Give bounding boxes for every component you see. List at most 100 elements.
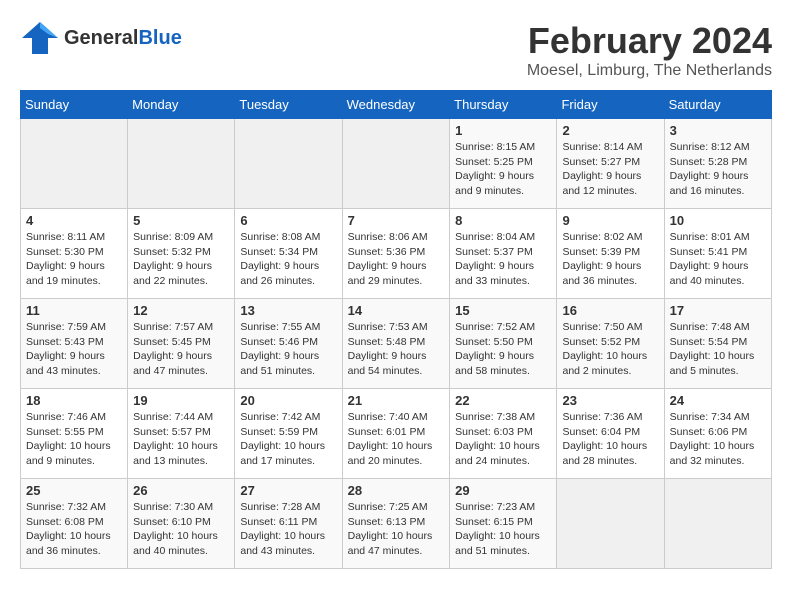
day-info: Sunrise: 7:46 AM Sunset: 5:55 PM Dayligh… <box>26 410 122 469</box>
day-info: Sunrise: 8:01 AM Sunset: 5:41 PM Dayligh… <box>670 230 766 289</box>
calendar-week-row: 11Sunrise: 7:59 AM Sunset: 5:43 PM Dayli… <box>21 299 772 389</box>
calendar-cell: 20Sunrise: 7:42 AM Sunset: 5:59 PM Dayli… <box>235 389 342 479</box>
calendar-cell: 18Sunrise: 7:46 AM Sunset: 5:55 PM Dayli… <box>21 389 128 479</box>
day-number: 11 <box>26 303 122 318</box>
calendar-cell: 7Sunrise: 8:06 AM Sunset: 5:36 PM Daylig… <box>342 209 450 299</box>
calendar-cell <box>128 119 235 209</box>
day-info: Sunrise: 7:28 AM Sunset: 6:11 PM Dayligh… <box>240 500 336 559</box>
day-info: Sunrise: 8:12 AM Sunset: 5:28 PM Dayligh… <box>670 140 766 199</box>
day-info: Sunrise: 8:08 AM Sunset: 5:34 PM Dayligh… <box>240 230 336 289</box>
day-info: Sunrise: 7:48 AM Sunset: 5:54 PM Dayligh… <box>670 320 766 379</box>
calendar-week-row: 4 Sunrise: 8:11 AM Sunset: 5:30 PM Daylig… <box>21 209 772 299</box>
day-info: Sunrise: 7:53 AM Sunset: 5:48 PM Dayligh… <box>348 320 445 379</box>
calendar-cell: 23 Sunrise: 7:36 AM Sunset: 6:04 PM Dayli… <box>557 389 664 479</box>
day-info: Sunrise: 7:30 AM Sunset: 6:10 PM Dayligh… <box>133 500 229 559</box>
calendar-cell: 24 Sunrise: 7:34 AM Sunset: 6:06 PM Dayli… <box>664 389 771 479</box>
day-number: 28 <box>348 483 445 498</box>
day-info: Sunrise: 7:32 AM Sunset: 6:08 PM Dayligh… <box>26 500 122 559</box>
day-number: 1 <box>455 123 551 138</box>
day-number: 29 <box>455 483 551 498</box>
calendar-cell: 28 Sunrise: 7:25 AM Sunset: 6:13 PM Dayli… <box>342 479 450 569</box>
day-number: 24 <box>670 393 766 408</box>
day-info: Sunrise: 7:44 AM Sunset: 5:57 PM Dayligh… <box>133 410 229 469</box>
day-info: Sunrise: 7:34 AM Sunset: 6:06 PM Dayligh… <box>670 410 766 469</box>
day-info: Sunrise: 8:11 AM Sunset: 5:30 PM Dayligh… <box>26 230 122 289</box>
calendar-cell: 19 Sunrise: 7:44 AM Sunset: 5:57 PM Dayli… <box>128 389 235 479</box>
title-block: February 2024 Moesel, Limburg, The Nethe… <box>527 20 772 80</box>
day-info: Sunrise: 7:23 AM Sunset: 6:15 PM Dayligh… <box>455 500 551 559</box>
day-info: Sunrise: 7:55 AM Sunset: 5:46 PM Dayligh… <box>240 320 336 379</box>
calendar-cell: 1 Sunrise: 8:15 AM Sunset: 5:25 PM Daylig… <box>450 119 557 209</box>
calendar-cell: 3 Sunrise: 8:12 AM Sunset: 5:28 PM Daylig… <box>664 119 771 209</box>
day-number: 23 <box>562 393 658 408</box>
day-number: 13 <box>240 303 336 318</box>
day-number: 12 <box>133 303 229 318</box>
day-number: 14 <box>348 303 445 318</box>
day-info: Sunrise: 7:42 AM Sunset: 5:59 PM Dayligh… <box>240 410 336 469</box>
calendar-cell: 6 Sunrise: 8:08 AM Sunset: 5:34 PM Daylig… <box>235 209 342 299</box>
day-number: 2 <box>562 123 658 138</box>
calendar-cell: 4 Sunrise: 8:11 AM Sunset: 5:30 PM Daylig… <box>21 209 128 299</box>
day-number: 17 <box>670 303 766 318</box>
calendar-cell: 22Sunrise: 7:38 AM Sunset: 6:03 PM Dayli… <box>450 389 557 479</box>
calendar-cell: 13 Sunrise: 7:55 AM Sunset: 5:46 PM Dayli… <box>235 299 342 389</box>
calendar-cell: 15 Sunrise: 7:52 AM Sunset: 5:50 PM Dayli… <box>450 299 557 389</box>
weekday-header-friday: Friday <box>557 91 664 119</box>
calendar-cell <box>21 119 128 209</box>
day-number: 4 <box>26 213 122 228</box>
calendar-cell: 21 Sunrise: 7:40 AM Sunset: 6:01 PM Dayli… <box>342 389 450 479</box>
calendar-cell: 2 Sunrise: 8:14 AM Sunset: 5:27 PM Daylig… <box>557 119 664 209</box>
logo: GeneralBlue <box>20 20 182 56</box>
weekday-header-thursday: Thursday <box>450 91 557 119</box>
calendar-cell: 10 Sunrise: 8:01 AM Sunset: 5:41 PM Dayli… <box>664 209 771 299</box>
day-number: 6 <box>240 213 336 228</box>
day-number: 3 <box>670 123 766 138</box>
location: Moesel, Limburg, The Netherlands <box>527 62 772 80</box>
calendar-cell: 17 Sunrise: 7:48 AM Sunset: 5:54 PM Dayli… <box>664 299 771 389</box>
day-number: 10 <box>670 213 766 228</box>
day-info: Sunrise: 7:25 AM Sunset: 6:13 PM Dayligh… <box>348 500 445 559</box>
calendar-cell: 14 Sunrise: 7:53 AM Sunset: 5:48 PM Dayli… <box>342 299 450 389</box>
weekday-header-row: SundayMondayTuesdayWednesdayThursdayFrid… <box>21 91 772 119</box>
day-info: Sunrise: 8:06 AM Sunset: 5:36 PM Dayligh… <box>348 230 445 289</box>
calendar-cell: 26 Sunrise: 7:30 AM Sunset: 6:10 PM Dayli… <box>128 479 235 569</box>
calendar-cell <box>235 119 342 209</box>
day-number: 5 <box>133 213 229 228</box>
day-number: 19 <box>133 393 229 408</box>
calendar-cell: 27Sunrise: 7:28 AM Sunset: 6:11 PM Dayli… <box>235 479 342 569</box>
day-info: Sunrise: 8:15 AM Sunset: 5:25 PM Dayligh… <box>455 140 551 199</box>
day-info: Sunrise: 7:57 AM Sunset: 5:45 PM Dayligh… <box>133 320 229 379</box>
day-info: Sunrise: 7:36 AM Sunset: 6:04 PM Dayligh… <box>562 410 658 469</box>
weekday-header-monday: Monday <box>128 91 235 119</box>
calendar-week-row: 25 Sunrise: 7:32 AM Sunset: 6:08 PM Dayli… <box>21 479 772 569</box>
calendar-cell: 12 Sunrise: 7:57 AM Sunset: 5:45 PM Dayli… <box>128 299 235 389</box>
day-info: Sunrise: 8:14 AM Sunset: 5:27 PM Dayligh… <box>562 140 658 199</box>
logo-blue: Blue <box>138 27 181 49</box>
calendar-cell: 29 Sunrise: 7:23 AM Sunset: 6:15 PM Dayli… <box>450 479 557 569</box>
calendar-cell: 11Sunrise: 7:59 AM Sunset: 5:43 PM Dayli… <box>21 299 128 389</box>
logo-general: General <box>64 27 138 49</box>
calendar-cell: 16 Sunrise: 7:50 AM Sunset: 5:52 PM Dayli… <box>557 299 664 389</box>
day-number: 21 <box>348 393 445 408</box>
day-number: 26 <box>133 483 229 498</box>
day-number: 8 <box>455 213 551 228</box>
calendar-cell <box>664 479 771 569</box>
day-info: Sunrise: 7:50 AM Sunset: 5:52 PM Dayligh… <box>562 320 658 379</box>
page-header: GeneralBlue February 2024 Moesel, Limbur… <box>20 20 772 80</box>
day-info: Sunrise: 7:52 AM Sunset: 5:50 PM Dayligh… <box>455 320 551 379</box>
calendar-cell: 8Sunrise: 8:04 AM Sunset: 5:37 PM Daylig… <box>450 209 557 299</box>
weekday-header-tuesday: Tuesday <box>235 91 342 119</box>
day-info: Sunrise: 7:38 AM Sunset: 6:03 PM Dayligh… <box>455 410 551 469</box>
calendar-cell: 9Sunrise: 8:02 AM Sunset: 5:39 PM Daylig… <box>557 209 664 299</box>
calendar-table: SundayMondayTuesdayWednesdayThursdayFrid… <box>20 90 772 569</box>
calendar-week-row: 1 Sunrise: 8:15 AM Sunset: 5:25 PM Daylig… <box>21 119 772 209</box>
day-number: 16 <box>562 303 658 318</box>
calendar-week-row: 18Sunrise: 7:46 AM Sunset: 5:55 PM Dayli… <box>21 389 772 479</box>
day-number: 15 <box>455 303 551 318</box>
calendar-cell: 5 Sunrise: 8:09 AM Sunset: 5:32 PM Daylig… <box>128 209 235 299</box>
day-number: 25 <box>26 483 122 498</box>
day-info: Sunrise: 8:09 AM Sunset: 5:32 PM Dayligh… <box>133 230 229 289</box>
day-info: Sunrise: 7:40 AM Sunset: 6:01 PM Dayligh… <box>348 410 445 469</box>
day-number: 9 <box>562 213 658 228</box>
calendar-cell <box>557 479 664 569</box>
